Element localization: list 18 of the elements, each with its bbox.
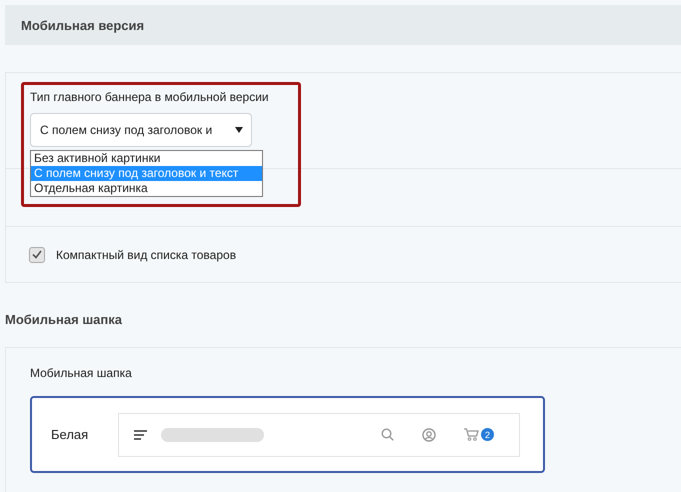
menu-icon: [134, 430, 147, 440]
checkmark-icon: [32, 250, 42, 259]
cart-icon: [464, 428, 479, 441]
section-title: Мобильная шапка: [5, 312, 123, 328]
dropdown-option[interactable]: Отдельная картинка: [31, 181, 262, 196]
checkbox[interactable]: [29, 246, 45, 262]
variant-label: Белая: [51, 427, 90, 442]
cart-count-badge: 2: [481, 428, 494, 441]
checkbox-label: Компактный вид списка товаров: [56, 248, 236, 262]
field-label: Тип главного баннера в мобильной версии: [30, 90, 270, 104]
search-icon: [381, 428, 394, 441]
caret-icon: [235, 127, 243, 133]
section-title: Мобильная версия: [21, 18, 144, 32]
header-variant-option[interactable]: Белая 2: [30, 396, 545, 473]
field-label: Мобильная шапка: [30, 366, 133, 380]
banner-type-select[interactable]: С полем снизу под заголовок и: [30, 113, 252, 147]
user-icon: [422, 428, 436, 442]
dropdown-option[interactable]: Без активной картинки: [31, 151, 262, 166]
